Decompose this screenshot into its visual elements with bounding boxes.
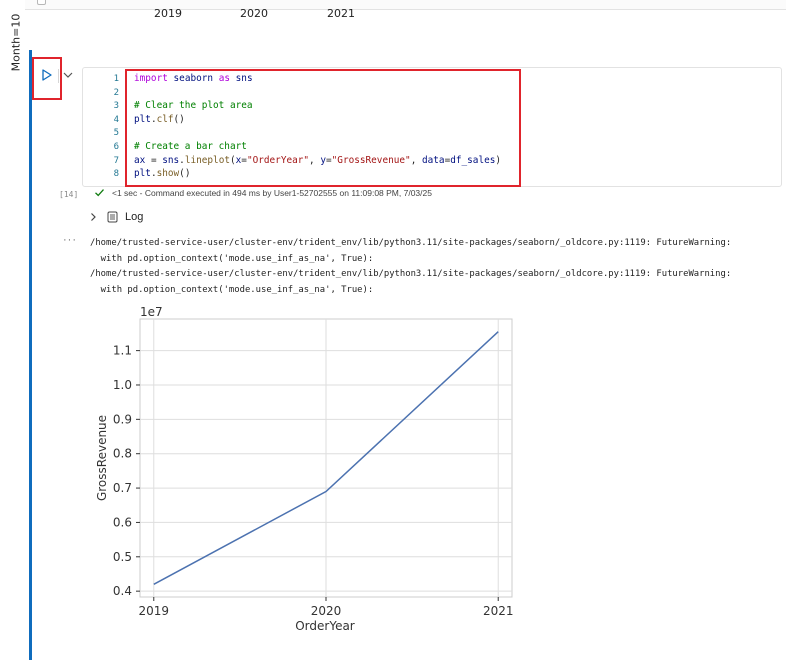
line-chart: 0.4 0.5 0.6 0.7 0.8 0.9 1.0 1.1 2019 2020 2021 1e7 O… [95, 305, 514, 633]
y-tick-label: 1.0 [113, 378, 132, 392]
y-tick-label: 1.1 [113, 344, 132, 358]
line-number-gutter: 1 2 3 4 5 6 7 8 [83, 68, 119, 186]
y-tick-label: 0.9 [113, 412, 132, 426]
line-number: 1 [113, 74, 119, 84]
previous-output-marker [37, 0, 46, 5]
line-number: 3 [113, 101, 119, 112]
prev-axis-year: 2019 [154, 7, 182, 20]
line-number: 6 [113, 142, 119, 152]
line-number: 7 [113, 155, 119, 166]
x-tick-label: 2020 [311, 604, 342, 618]
run-cell-icon[interactable] [40, 68, 54, 82]
y-axis-label: GrossRevenue [95, 415, 109, 501]
line-number: 5 [113, 128, 119, 139]
y-tick-label: 0.7 [113, 481, 132, 495]
previous-cell-output [25, 0, 786, 10]
y-tick-label: 0.6 [113, 515, 132, 529]
warning-line: /home/trusted-service-user/cluster-env/t… [90, 269, 732, 279]
y-tick-label: 0.5 [113, 550, 132, 564]
execution-count: [14] [59, 190, 79, 199]
y-tick-label: 0.8 [113, 447, 132, 461]
chevron-down-icon[interactable] [62, 69, 74, 81]
log-label: Log [125, 211, 144, 223]
x-tick-label: 2019 [139, 604, 170, 618]
more-options-icon[interactable]: ··· [63, 234, 77, 246]
line-number: 8 [113, 169, 119, 180]
x-tick-label: 2021 [483, 604, 514, 618]
warning-line: with pd.option_context('mode.use_inf_as_… [90, 254, 374, 264]
y-tick-label: 0.4 [113, 584, 132, 598]
log-icon [107, 211, 118, 223]
chevron-right-icon [91, 213, 96, 221]
line-number: 2 [113, 87, 119, 98]
warning-line: with pd.option_context('mode.use_inf_as_… [90, 285, 374, 295]
warning-line: /home/trusted-service-user/cluster-env/t… [90, 238, 732, 248]
execution-status: <1 sec - Command executed in 494 ms by U… [112, 188, 432, 198]
code-highlight-box [125, 69, 521, 187]
x-axis-label: OrderYear [295, 619, 355, 633]
toolbar-divider [58, 69, 59, 83]
prev-axis-year: 2021 [327, 7, 355, 20]
line-number: 4 [113, 114, 119, 125]
facet-label: Month=10 [9, 13, 23, 72]
success-check-icon [95, 189, 104, 197]
y-scale-label: 1e7 [140, 305, 163, 319]
prev-axis-year: 2020 [240, 7, 268, 20]
